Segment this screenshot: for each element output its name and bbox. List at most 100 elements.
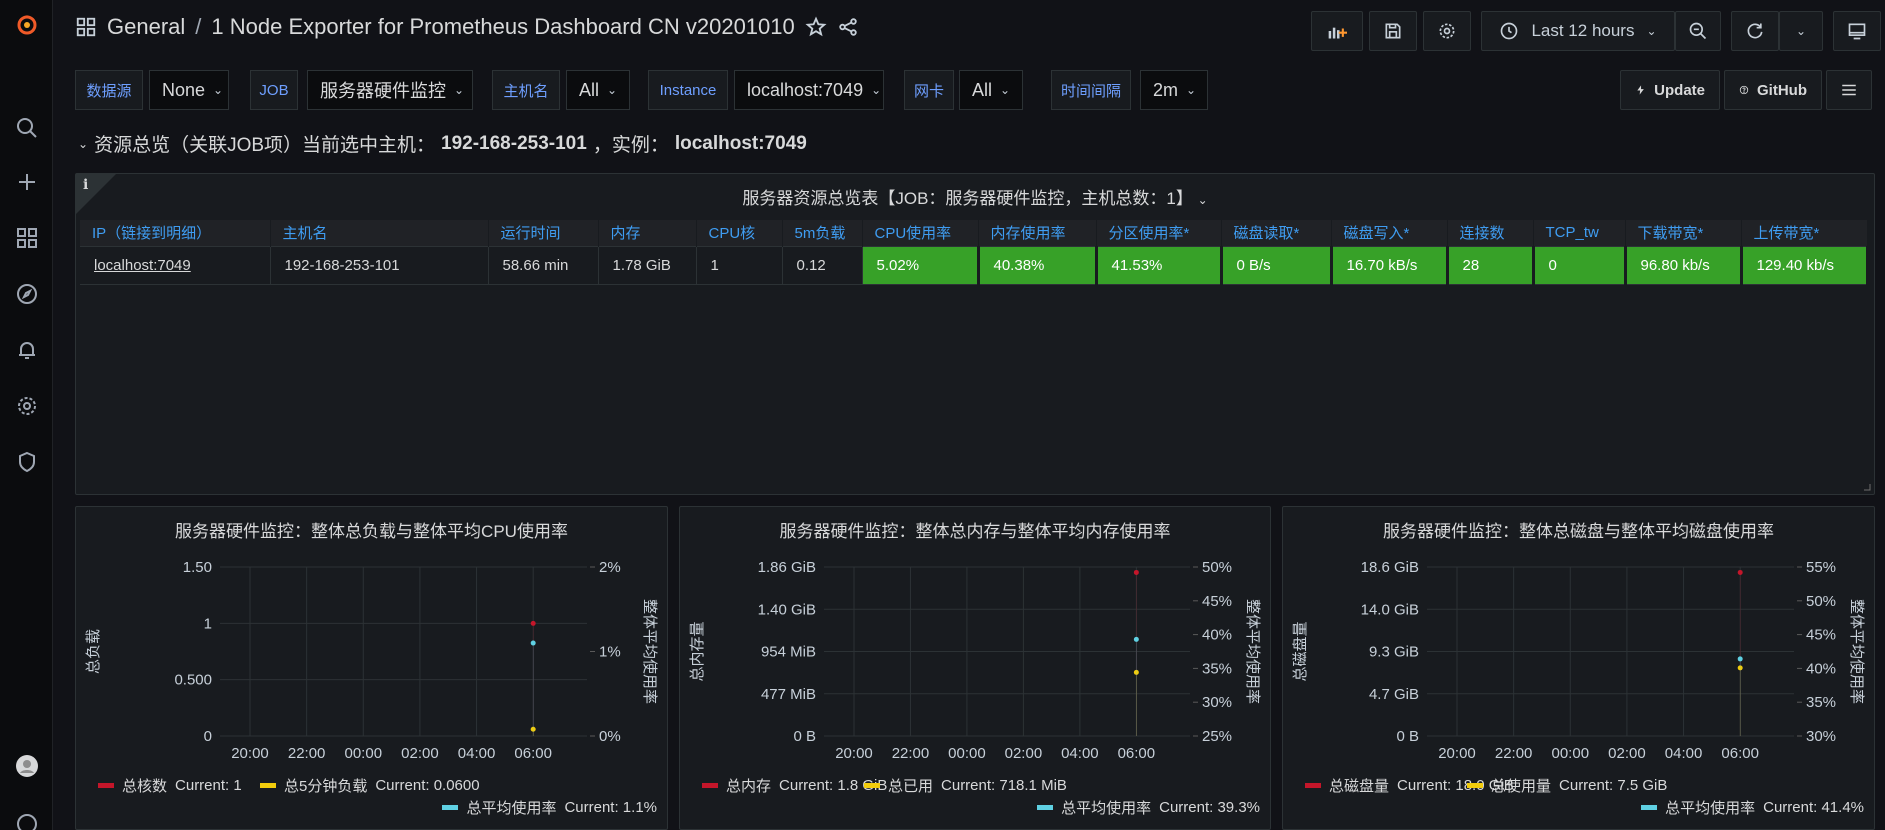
- legend-current-value: Current: 718.1 MiB: [941, 777, 1067, 794]
- table-cell: 1: [696, 245, 783, 285]
- create-plus-icon[interactable]: [0, 158, 53, 206]
- refresh-button[interactable]: [1731, 11, 1779, 51]
- dashboard-menu-button[interactable]: [1826, 70, 1872, 110]
- data-point[interactable]: [1737, 656, 1743, 662]
- data-point[interactable]: [530, 640, 536, 646]
- var-label-hostname: 主机名: [492, 70, 560, 110]
- resize-handle-icon[interactable]: [1863, 483, 1871, 491]
- update-link-button[interactable]: Update: [1620, 70, 1720, 110]
- legend-item[interactable]: 总平均使用率 Current: 41.4%: [1641, 797, 1864, 818]
- table-column-header[interactable]: 内存使用率: [978, 220, 1097, 246]
- star-icon[interactable]: [805, 16, 827, 38]
- table-cell: 129.40 kb/s: [1741, 245, 1869, 285]
- add-panel-button[interactable]: [1311, 11, 1363, 51]
- folder-link[interactable]: General: [107, 14, 185, 40]
- dashboards-grid-icon[interactable]: [0, 214, 53, 262]
- legend-series-name: 总已用: [888, 778, 934, 795]
- var-select-interval[interactable]: 2m ⌄: [1140, 70, 1208, 110]
- legend-series-name: 总平均使用率: [466, 800, 557, 817]
- table-column-header[interactable]: 磁盘读取*: [1221, 220, 1332, 246]
- table-column-header[interactable]: CPU使用率: [862, 220, 979, 246]
- table-column-header[interactable]: 5m负载: [782, 220, 863, 246]
- table-cell[interactable]: localhost:7049: [80, 245, 271, 285]
- x-tick-label: 20:00: [231, 745, 269, 762]
- data-point[interactable]: [1133, 636, 1139, 642]
- legend-item[interactable]: 总平均使用率 Current: 1.1%: [442, 797, 657, 818]
- y-left-axis-label: 总内存量: [689, 621, 706, 681]
- var-select-hostname[interactable]: All ⌄: [566, 70, 630, 110]
- legend-item[interactable]: 总5分钟负载 Current: 0.0600: [260, 775, 480, 796]
- view-mode-button[interactable]: [1833, 11, 1881, 51]
- zoom-out-button[interactable]: [1675, 11, 1721, 51]
- help-icon[interactable]: [0, 800, 53, 830]
- table-column-header[interactable]: IP（链接到明细）: [80, 220, 271, 246]
- explore-compass-icon[interactable]: [0, 270, 53, 318]
- alerting-bell-icon[interactable]: [0, 326, 53, 374]
- dashboard-settings-button[interactable]: [1423, 11, 1471, 51]
- chevron-down-icon: ⌄: [1795, 24, 1807, 38]
- data-point[interactable]: [530, 620, 536, 626]
- time-range-picker[interactable]: Last 12 hours ⌄: [1481, 11, 1675, 51]
- var-select-datasource[interactable]: None ⌄: [149, 70, 229, 110]
- legend-item[interactable]: 总内存 Current: 1.8 GiB: [702, 775, 887, 796]
- table-column-header[interactable]: 内存: [598, 220, 697, 246]
- dashboard-title[interactable]: 1 Node Exporter for Prometheus Dashboard…: [211, 14, 794, 40]
- table-column-header[interactable]: CPU核: [696, 220, 783, 246]
- save-dashboard-button[interactable]: [1369, 11, 1417, 51]
- configuration-gear-icon[interactable]: [0, 382, 53, 430]
- share-icon[interactable]: [837, 16, 859, 38]
- table-cell: 5.02%: [862, 245, 980, 285]
- github-link-button[interactable]: GitHub: [1724, 70, 1822, 110]
- legend-item[interactable]: 总已用 Current: 718.1 MiB: [864, 775, 1067, 796]
- var-label-nic: 网卡: [904, 70, 954, 110]
- y-left-tick-label: 18.6 GiB: [1361, 559, 1419, 576]
- update-label: Update: [1654, 81, 1705, 99]
- var-select-instance[interactable]: localhost:7049 ⌄: [734, 70, 884, 110]
- y-left-tick-label: 9.3 GiB: [1369, 644, 1419, 661]
- y-left-tick-label: 1.50: [183, 559, 212, 576]
- table-cell: 40.38%: [978, 245, 1098, 285]
- sidebar: [0, 0, 53, 830]
- panel-title[interactable]: 服务器资源总览表【JOB：服务器硬件监控，主机总数：1】 ⌄: [76, 184, 1874, 209]
- save-icon: [1385, 23, 1401, 39]
- refresh-interval-dropdown[interactable]: ⌄: [1779, 11, 1823, 51]
- legend-series-name: 总平均使用率: [1061, 800, 1152, 817]
- table-column-header[interactable]: 主机名: [270, 220, 489, 246]
- var-select-job[interactable]: 服务器硬件监控 ⌄: [307, 70, 473, 110]
- var-select-nic[interactable]: All ⌄: [959, 70, 1023, 110]
- x-tick-label: 22:00: [892, 745, 930, 762]
- server-admin-shield-icon[interactable]: [0, 438, 53, 486]
- chevron-down-icon: ⌄: [454, 83, 465, 97]
- row-title-instance: localhost:7049: [674, 132, 807, 154]
- legend-swatch: [1305, 783, 1321, 788]
- row-header[interactable]: ⌄ 资源总览（关联JOB项）当前选中主机： 192-168-253-101 ，实例：…: [78, 130, 807, 157]
- table-column-header[interactable]: 运行时间: [488, 220, 599, 246]
- search-icon[interactable]: [0, 104, 53, 152]
- host-detail-link[interactable]: localhost:7049: [94, 257, 191, 274]
- y-right-axis-label: 整体平均使用率: [641, 599, 658, 704]
- table-column-header[interactable]: 连接数: [1447, 220, 1534, 246]
- breadcrumb: General / 1 Node Exporter for Prometheus…: [75, 14, 859, 40]
- legend-item[interactable]: 总平均使用率 Current: 39.3%: [1037, 797, 1260, 818]
- legend-series-name: 总磁盘量: [1329, 778, 1390, 795]
- data-point[interactable]: [1133, 569, 1139, 575]
- table-header-row: IP（链接到明细） 主机名 运行时间 内存 CPU核 5m负载 CPU使用率 内存使用率 分区使…: [80, 220, 1868, 246]
- grafana-logo-icon[interactable]: [0, 0, 53, 48]
- resource-overview-table-panel: i 服务器资源总览表【JOB：服务器硬件监控，主机总数：1】 ⌄ IP（链接到明…: [75, 173, 1875, 495]
- y-right-tick-label: 1%: [599, 644, 621, 661]
- table-column-header[interactable]: 磁盘写入*: [1331, 220, 1448, 246]
- x-tick-label: 04:00: [1061, 745, 1099, 762]
- legend-item[interactable]: 总核数 Current: 1: [98, 775, 242, 796]
- legend-item[interactable]: 总使用量 Current: 7.5 GiB: [1467, 775, 1667, 796]
- table-column-header[interactable]: 下载带宽*: [1625, 220, 1742, 246]
- data-point[interactable]: [1737, 569, 1743, 575]
- legend-current-value: Current: 39.3%: [1159, 799, 1260, 816]
- table-column-header[interactable]: TCP_tw: [1533, 220, 1626, 246]
- legend-series-name: 总核数: [122, 778, 168, 795]
- y-right-axis-label: 整体平均使用率: [1244, 599, 1261, 704]
- disk-chart-panel: 服务器硬件监控：整体总磁盘与整体平均磁盘使用率 20:00 22:00 00:00 02…: [1282, 506, 1875, 830]
- user-avatar-icon[interactable]: [0, 742, 53, 790]
- table-column-header[interactable]: 上传带宽*: [1741, 220, 1868, 246]
- y-right-tick-label: 2%: [599, 559, 621, 576]
- table-column-header[interactable]: 分区使用率*: [1096, 220, 1222, 246]
